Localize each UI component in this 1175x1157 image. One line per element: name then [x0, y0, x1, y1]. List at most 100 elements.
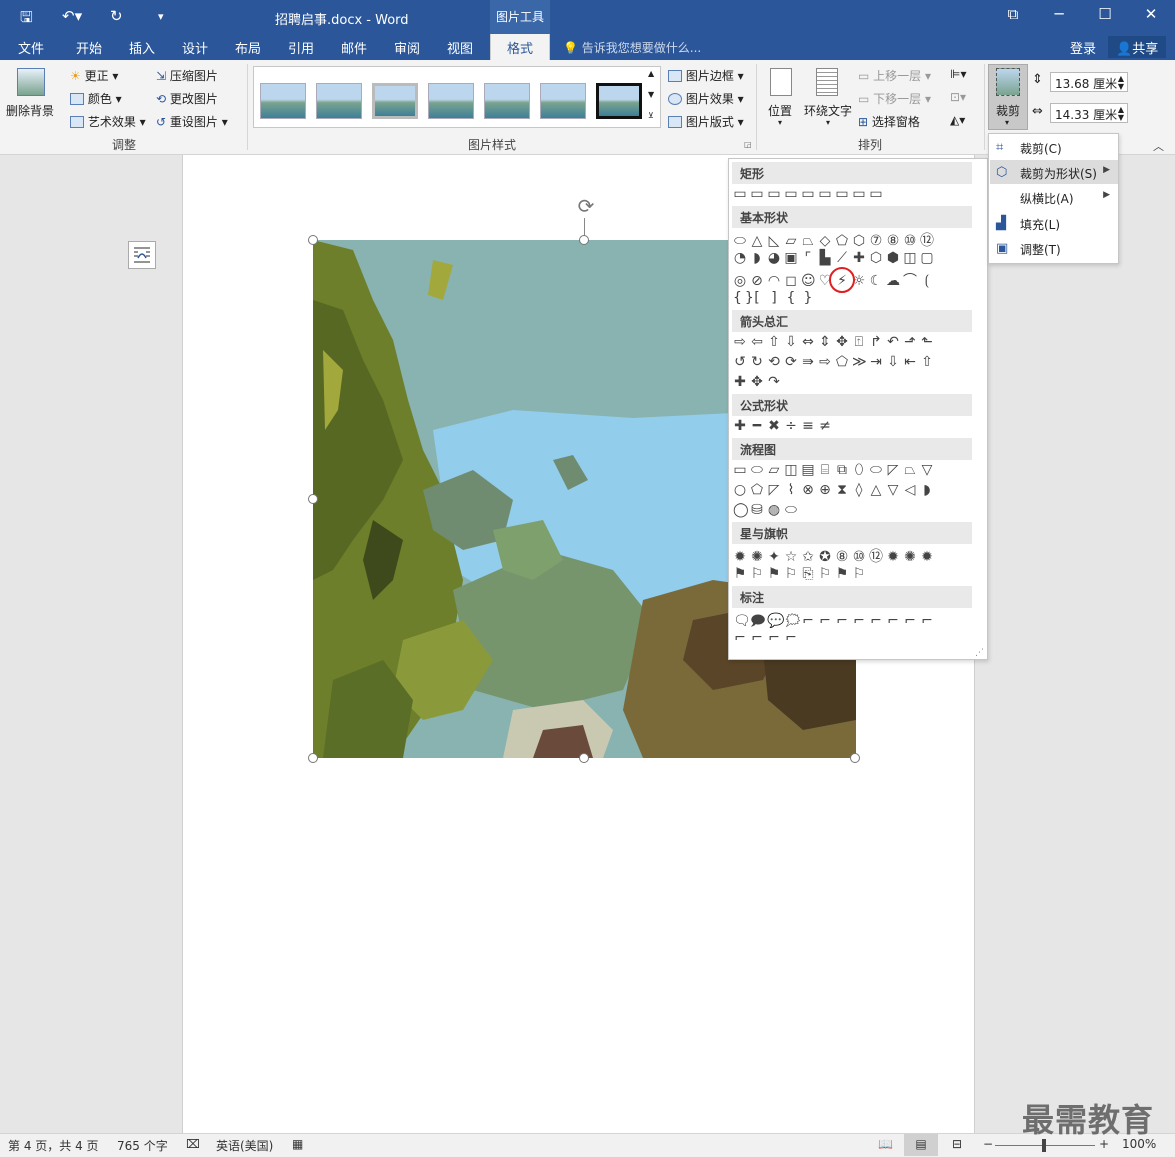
- flowchart-shapes-row[interactable]: ○ ⬠ ◸ ⌇ ⊗ ⊕ ⧗ ◊ △ ▽ ◁ ◗: [733, 482, 937, 500]
- tab-insert[interactable]: 插入: [129, 38, 155, 57]
- picture-tools-label: 图片工具: [490, 0, 550, 34]
- wrap-text-button[interactable]: 环绕文字 ▾: [802, 64, 854, 130]
- gallery-scroll-down-icon[interactable]: ▼: [648, 90, 654, 99]
- submenu-arrow-icon: ▶: [1103, 165, 1110, 175]
- resize-handle-bottom[interactable]: [579, 753, 589, 763]
- artistic-effects-button[interactable]: 艺术效果 ▾: [70, 113, 146, 130]
- flowchart-shapes-row[interactable]: ◯⛁ ◍ ⬭: [733, 502, 801, 520]
- lightbulb-icon: 💡: [563, 41, 578, 55]
- basic-shapes-row[interactable]: ⬭ △ ◺ ▱ ⏢ ◇ ⬠ ⬡ ⑦⑧⑩⑫: [733, 230, 937, 249]
- tab-mailings[interactable]: 邮件: [341, 38, 367, 57]
- remove-background-button[interactable]: 删除背景: [4, 64, 58, 124]
- spinner-icon[interactable]: ▲ ▼: [1118, 75, 1124, 91]
- rotate-handle[interactable]: ⟳: [574, 195, 598, 219]
- close-icon[interactable]: ✕: [1128, 5, 1174, 23]
- share-button[interactable]: 👤共享: [1108, 36, 1167, 58]
- maximize-icon[interactable]: ☐: [1082, 5, 1128, 23]
- flowchart-shapes-row[interactable]: ▭⬭ ▱ ◫▤ ⌸ ⧉ ⬯ ⬭ ◸ ⏢ ▽: [733, 462, 937, 480]
- reset-picture-button[interactable]: ↺ 重设图片 ▾: [156, 113, 228, 130]
- resize-grip-icon[interactable]: ⋰: [975, 648, 984, 658]
- tab-review[interactable]: 审阅: [394, 38, 420, 57]
- zoom-out-icon[interactable]: −: [983, 1137, 993, 1151]
- menu-item-crop-to-shape[interactable]: ⬡ 裁剪为形状(S) ▶: [990, 160, 1118, 184]
- style-thumbnail[interactable]: [316, 83, 362, 119]
- redo-icon[interactable]: ↻: [110, 7, 123, 25]
- category-block-arrows: 箭头总汇: [732, 310, 972, 332]
- style-thumbnail[interactable]: [540, 83, 586, 119]
- equation-shapes-row[interactable]: ✚ ━ ✖ ÷ ≡ ≠: [733, 418, 835, 436]
- sign-in-link[interactable]: 登录: [1070, 38, 1096, 57]
- menu-item-crop[interactable]: ⌗ 裁剪(C): [990, 135, 1118, 159]
- rotate-icon[interactable]: ◭▾: [950, 113, 965, 127]
- compress-button[interactable]: ⇲ 压缩图片: [156, 67, 218, 84]
- basic-shapes-row[interactable]: ◔ ◗ ◕▣ ⌜ ▙ ⟋ ✚ ⬡ ⬢◫▢: [733, 250, 937, 268]
- position-button[interactable]: 位置 ▾: [764, 64, 798, 130]
- resize-handle-bottom-right[interactable]: [850, 753, 860, 763]
- collapse-ribbon-icon[interactable]: ︿: [1153, 138, 1164, 154]
- picture-effects-button[interactable]: 图片效果 ▾: [668, 90, 744, 107]
- resize-handle-bottom-left[interactable]: [308, 753, 318, 763]
- banner-shapes-row[interactable]: ⚑⚐⚑⚐ ⎘ ⚐⚑⚐: [733, 566, 869, 584]
- page-count[interactable]: 第 4 页，共 4 页: [8, 1137, 99, 1154]
- gallery-scroll-up-icon[interactable]: ▲: [648, 69, 654, 78]
- tab-layout[interactable]: 布局: [235, 38, 261, 57]
- spinner-icon[interactable]: ▲ ▼: [1118, 106, 1124, 122]
- save-icon[interactable]: 🖫: [20, 7, 33, 32]
- word-count[interactable]: 765 个字: [117, 1137, 168, 1154]
- star-shapes-row[interactable]: ✹ ✺ ✦ ☆ ✩ ✪ ⑧⑩⑫✹ ✺ ✹: [733, 546, 937, 565]
- callout-shapes-row[interactable]: ⌐ ⌐ ⌐ ⌐: [733, 630, 801, 648]
- basic-shapes-row[interactable]: {}[]{}: [733, 290, 818, 308]
- tab-references[interactable]: 引用: [288, 38, 314, 57]
- width-input[interactable]: 14.33 厘米 ▲ ▼: [1050, 103, 1128, 123]
- layout-options-icon[interactable]: [128, 241, 156, 269]
- arrow-shapes-row[interactable]: ✚ ✥ ↷: [733, 374, 784, 392]
- send-backward-button[interactable]: ▭ 下移一层 ▾: [858, 90, 931, 107]
- bring-forward-button[interactable]: ▭ 上移一层 ▾: [858, 67, 931, 84]
- arrow-shapes-row[interactable]: ⇨ ⇦ ⇧ ⇩ ⇔ ⇕ ✥ ⍐ ↱ ↶ ⬏ ⬑: [733, 334, 937, 352]
- menu-item-fit[interactable]: ▣ 调整(T): [990, 236, 1118, 260]
- styles-dialog-launcher-icon[interactable]: ◲: [744, 140, 752, 149]
- undo-icon[interactable]: ↶▾: [62, 7, 82, 25]
- tab-file[interactable]: 文件: [18, 38, 44, 57]
- print-layout-icon[interactable]: ▤: [904, 1134, 938, 1156]
- tell-me-input[interactable]: 💡 告诉我您想要做什么...: [563, 39, 701, 56]
- menu-item-fill[interactable]: ▟ 填充(L): [990, 211, 1118, 235]
- resize-handle-top-left[interactable]: [308, 235, 318, 245]
- group-icon[interactable]: ⊡▾: [950, 90, 966, 104]
- selection-pane-button[interactable]: ⊞ 选择窗格: [858, 113, 920, 130]
- callout-shapes-row[interactable]: 🗨🗩💬🗯⌐ ⌐ ⌐ ⌐ ⌐ ⌐ ⌐ ⌐: [733, 610, 937, 629]
- resize-handle-top[interactable]: [579, 235, 589, 245]
- selection-pane-label: 选择窗格: [871, 115, 920, 129]
- menu-item-aspect-ratio[interactable]: 纵横比(A) ▶: [990, 185, 1118, 209]
- minimize-icon[interactable]: ─: [1036, 5, 1082, 23]
- crop-button[interactable]: 裁剪 ▾: [988, 64, 1028, 130]
- language-indicator[interactable]: 英语(美国): [216, 1137, 273, 1154]
- change-picture-button[interactable]: ⟲ 更改图片: [156, 90, 218, 107]
- style-thumbnail[interactable]: [484, 83, 530, 119]
- resize-handle-left[interactable]: [308, 494, 318, 504]
- color-button[interactable]: 颜色 ▾: [70, 90, 122, 107]
- style-thumbnail[interactable]: [428, 83, 474, 119]
- tab-design[interactable]: 设计: [182, 38, 208, 57]
- bring-forward-label: 上移一层: [873, 69, 922, 83]
- corrections-button[interactable]: ☀ 更正 ▾: [70, 67, 118, 84]
- style-thumbnail[interactable]: [596, 83, 642, 119]
- web-layout-icon[interactable]: ⊟: [952, 1137, 962, 1151]
- style-thumbnail[interactable]: [372, 83, 418, 119]
- align-icon[interactable]: ⊫▾: [950, 67, 966, 81]
- macro-icon[interactable]: ▦: [292, 1137, 303, 1151]
- customize-icon[interactable]: ▾: [158, 10, 164, 23]
- read-mode-icon[interactable]: 📖: [878, 1137, 893, 1151]
- height-input[interactable]: 13.68 厘米 ▲ ▼: [1050, 72, 1128, 92]
- gallery-more-icon[interactable]: ⊻: [648, 111, 654, 120]
- tab-format[interactable]: 格式: [490, 34, 551, 60]
- tab-view[interactable]: 视图: [447, 38, 473, 57]
- picture-layout-button[interactable]: 图片版式 ▾: [668, 113, 744, 130]
- arrow-shapes-row[interactable]: ↺ ↻ ⟲ ⟳ ⇛ ⇨ ⬠≫⇥ ⇩ ⇤ ⇧: [733, 354, 937, 372]
- proofing-icon[interactable]: ⌧: [186, 1137, 200, 1151]
- rectangle-shapes-row[interactable]: ▭▭▭▭▭▭▭▭▭: [733, 186, 886, 204]
- tab-home[interactable]: 开始: [76, 38, 102, 57]
- picture-border-button[interactable]: 图片边框 ▾: [668, 67, 744, 84]
- style-thumbnail[interactable]: [260, 83, 306, 119]
- ribbon-display-icon[interactable]: ⧉: [990, 5, 1036, 23]
